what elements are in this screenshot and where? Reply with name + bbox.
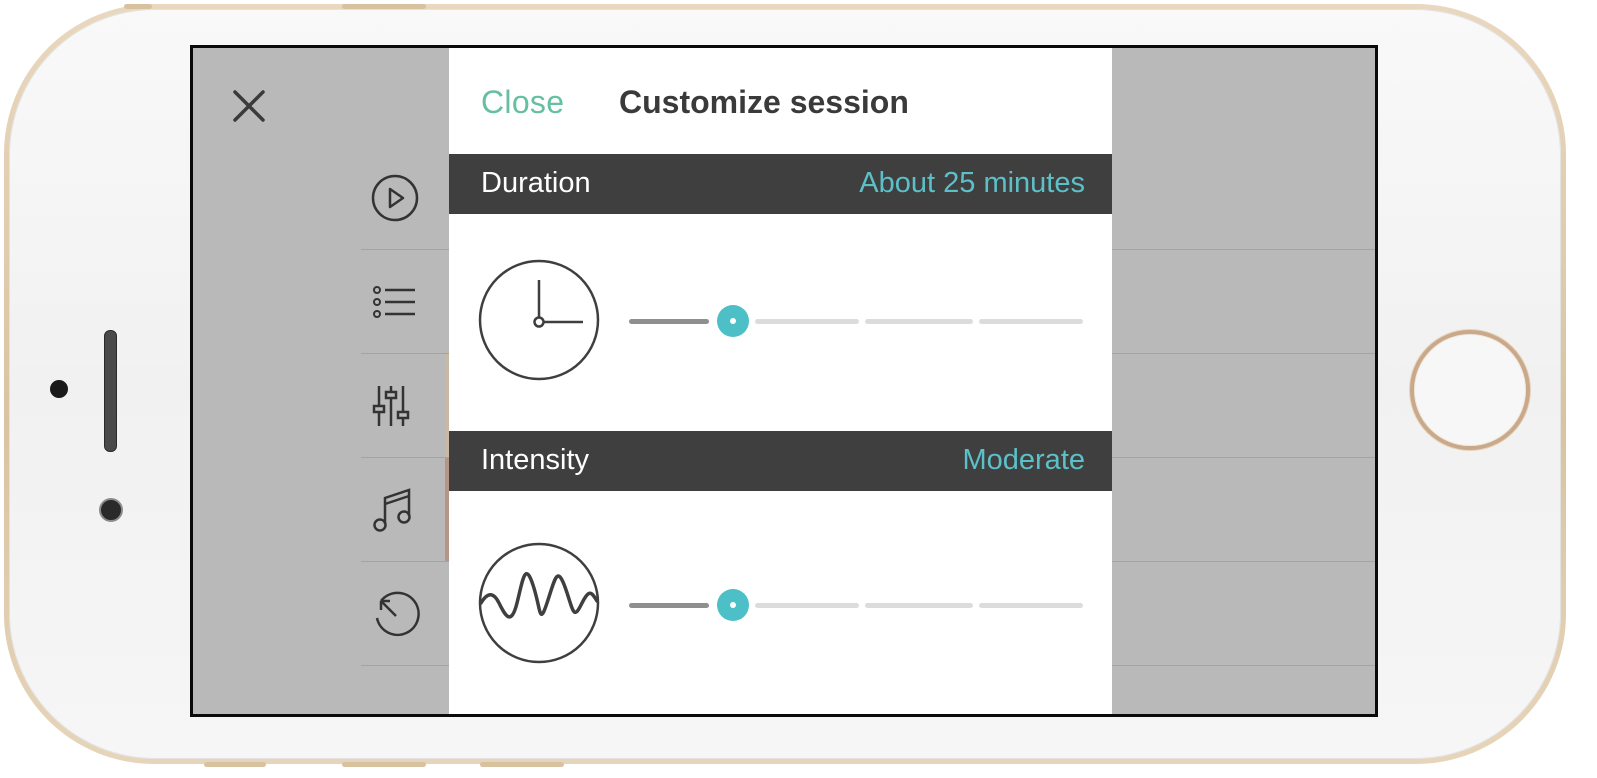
- customize-session-panel: Close Customize session Duration About 2…: [449, 48, 1112, 714]
- page-title: Customize session: [619, 84, 909, 120]
- slider-track-filled: [629, 603, 709, 608]
- slider-track-segment: [755, 319, 859, 324]
- slider-track-segment: [979, 603, 1083, 608]
- slider-track-segment: [755, 603, 859, 608]
- intensity-label: Intensity: [481, 444, 589, 476]
- list-icon: [373, 286, 415, 318]
- sliders-icon: [372, 386, 410, 426]
- play-icon: [371, 174, 419, 222]
- slider-track-segment: [979, 319, 1083, 324]
- close-icon[interactable]: [229, 86, 269, 126]
- front-camera: [99, 498, 123, 522]
- slider-track-filled: [629, 319, 709, 324]
- history-icon: [375, 591, 420, 637]
- intensity-value: Moderate: [962, 444, 1085, 476]
- clock-icon: [478, 259, 600, 381]
- app-screen: Close Customize session Duration About 2…: [190, 45, 1378, 717]
- volume-down-button: [342, 762, 426, 767]
- duration-slider-knob[interactable]: [717, 305, 749, 337]
- music-icon: [373, 488, 411, 532]
- intensity-slider[interactable]: [629, 585, 1085, 625]
- intensity-bar: Intensity Moderate: [449, 431, 1112, 491]
- home-button[interactable]: [1410, 330, 1530, 450]
- panel-header: Close Customize session: [449, 48, 1112, 154]
- slider-track-segment: [865, 319, 973, 324]
- close-link[interactable]: Close: [481, 84, 564, 121]
- volume-up-button: [204, 762, 266, 767]
- slider-track-segment: [865, 603, 973, 608]
- duration-bar: Duration About 25 minutes: [449, 154, 1112, 214]
- wave-icon: [478, 542, 600, 664]
- duration-value: About 25 minutes: [859, 167, 1085, 199]
- intensity-slider-knob[interactable]: [717, 589, 749, 621]
- duration-label: Duration: [481, 167, 591, 199]
- duration-slider[interactable]: [629, 301, 1085, 341]
- mute-switch: [480, 762, 564, 767]
- proximity-sensor: [50, 380, 68, 398]
- earpiece-speaker: [104, 330, 117, 452]
